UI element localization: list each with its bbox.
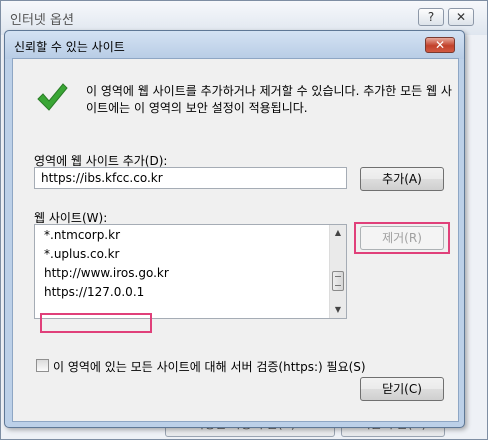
help-button[interactable]: ? [418,8,444,26]
list-item[interactable]: *.uplus.co.kr [44,245,119,263]
dialog-title: 신뢰할 수 있는 사이트 [14,40,125,54]
sites-scrollbar[interactable]: ▲ ▼ [329,225,346,318]
parent-close-button[interactable]: ✕ [448,8,474,26]
https-verification-label[interactable]: 이 영역에 있는 모든 사이트에 대해 서버 검증(https:) 필요(S) [53,358,366,375]
dialog-body: 이 영역에 웹 사이트를 추가하거나 제거할 수 있습니다. 추가한 모든 웹 … [12,58,459,422]
scroll-thumb[interactable] [332,271,344,291]
list-item[interactable]: https://127.0.0.1 [44,283,144,301]
scroll-up-arrow-icon[interactable]: ▲ [330,225,346,241]
list-item[interactable]: *.ntmcorp.kr [44,226,120,244]
parent-window-title: 인터넷 옵션 [10,13,74,28]
grip-icon [335,276,341,286]
checkmark-icon [37,83,68,111]
scroll-down-arrow-icon[interactable]: ▼ [330,302,346,318]
dialog-close-button[interactable]: ✕ [425,37,455,53]
sites-listbox[interactable]: *.ntmcorp.kr *.uplus.co.kr http://www.ir… [34,224,347,319]
list-item[interactable]: http://www.iros.go.kr [44,264,169,282]
close-button[interactable]: 닫기(C) [360,377,444,401]
intro-text: 이 영역에 웹 사이트를 추가하거나 제거할 수 있습니다. 추가한 모든 웹 … [86,84,452,115]
https-verification-checkbox[interactable] [36,359,49,372]
highlight-box-list-item [40,313,152,333]
highlight-box-remove-button [354,222,450,254]
add-button[interactable]: 추가(A) [360,167,444,191]
trusted-sites-dialog: 신뢰할 수 있는 사이트 ✕ 이 영역에 웹 사이트를 추가하거나 제거할 수 … [4,30,465,428]
add-site-input[interactable]: https://ibs.kfcc.co.kr [34,167,347,189]
dialog-titlebar: 신뢰할 수 있는 사이트 ✕ [5,31,464,59]
